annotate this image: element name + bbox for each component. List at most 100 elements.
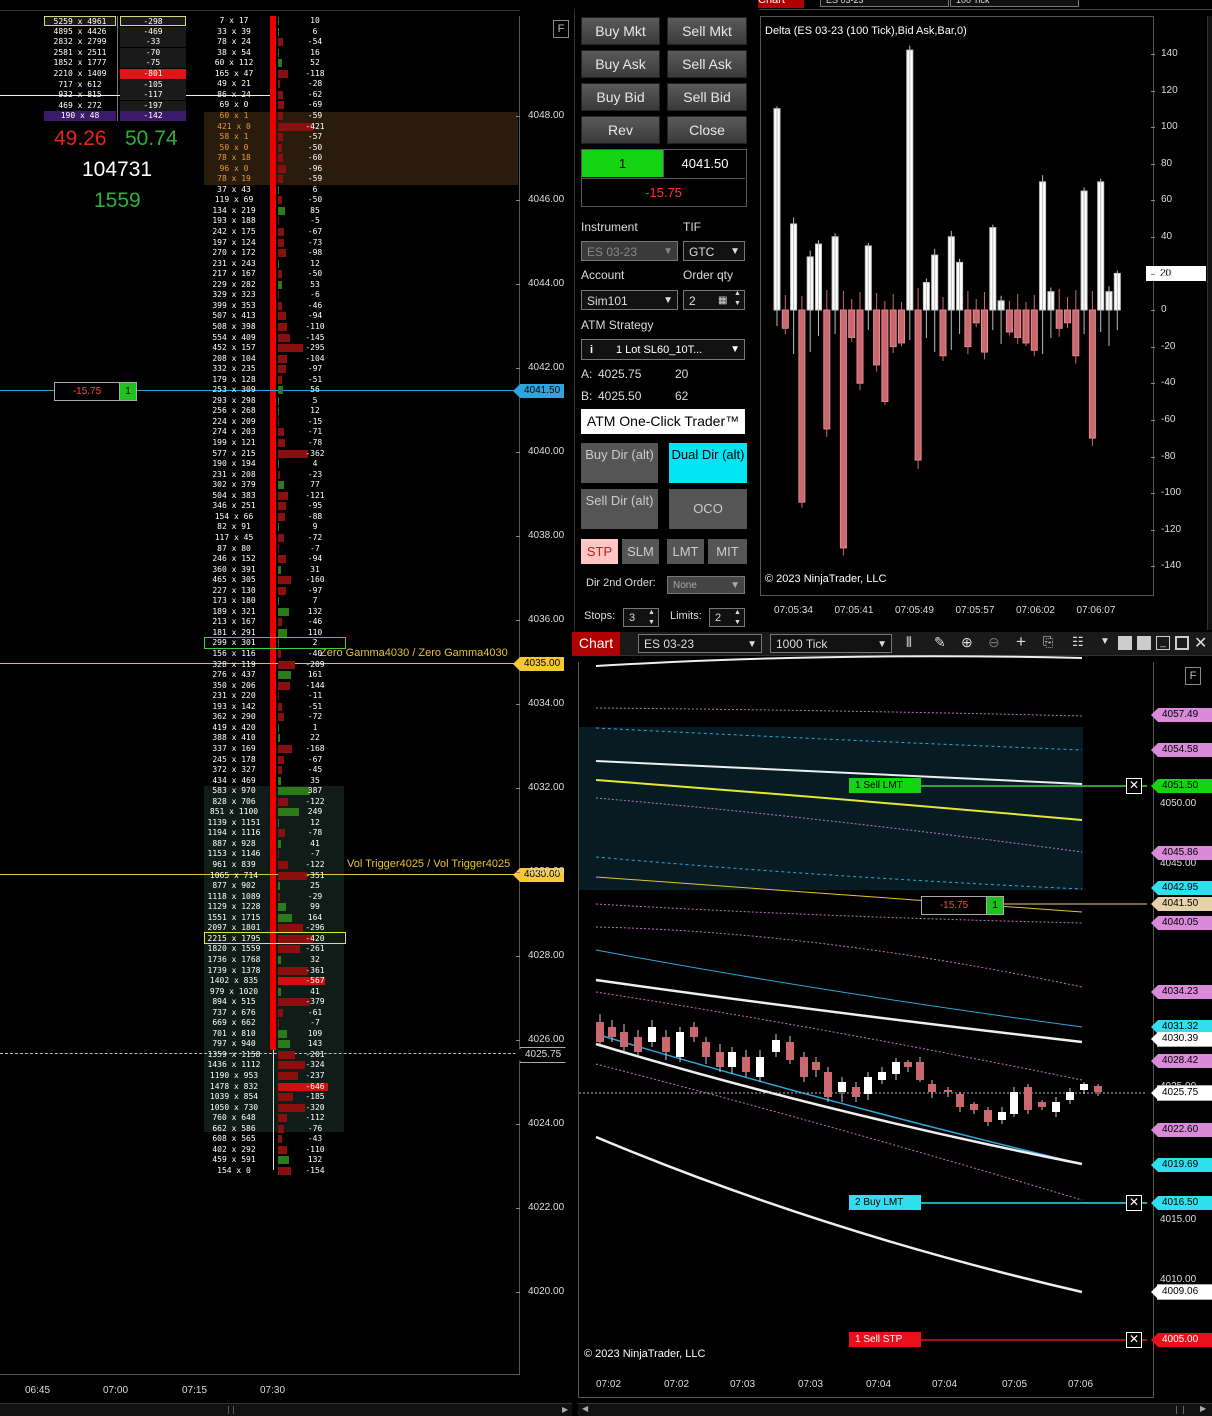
qty-spinner-icon[interactable]: ▲▼ — [734, 289, 741, 309]
scroll-thumb-grip[interactable] — [228, 1406, 234, 1414]
scroll-thumb[interactable] — [1176, 1406, 1184, 1414]
cancel-order-icon[interactable]: ✕ — [1126, 1332, 1142, 1348]
stops-stepper[interactable]: 3▲▼ — [623, 608, 659, 627]
delta-value: -60 — [295, 153, 335, 163]
bid-ask-volume: 189 x 321 — [200, 607, 268, 617]
reverse-button[interactable]: Rev — [581, 116, 660, 144]
delta-y-tick-label: 140 — [1161, 48, 1178, 59]
dir-2nd-order-select[interactable]: None▼ — [667, 576, 745, 594]
calculator-icon[interactable]: ▦ — [718, 291, 727, 311]
delta-value: -71 — [295, 427, 335, 437]
f-button[interactable]: F — [553, 20, 569, 38]
lmt-button[interactable]: LMT — [667, 539, 704, 564]
position-avg-price: 4041.50 — [663, 150, 746, 177]
buy-ask-button[interactable]: Buy Ask — [581, 50, 660, 78]
bid-ask-volume: 402 x 292 — [200, 1145, 268, 1155]
sell-market-button[interactable]: Sell Mkt — [667, 17, 747, 45]
oco-button[interactable]: OCO — [669, 489, 747, 529]
delta-value: -72 — [295, 533, 335, 543]
delta-value: -122 — [295, 860, 335, 870]
atm-strategy-select[interactable]: i1 Lot SL60_10T...▼ — [581, 339, 745, 360]
bid-ask-volume: 231 x 208 — [200, 470, 268, 480]
stp-button[interactable]: STP — [581, 539, 618, 564]
delta-bar — [278, 439, 285, 447]
delta-value: -94 — [295, 311, 335, 321]
order-qty-field[interactable]: 2▦▲▼ — [683, 290, 745, 310]
buy-limit-order-tag[interactable]: 2 Buy LMT — [849, 1195, 921, 1210]
delta-bar — [278, 597, 279, 605]
price-tick-label: 4038.00 — [528, 530, 564, 541]
vertical-scrollbar[interactable] — [1207, 16, 1212, 630]
scroll-right-icon[interactable]: ▶ — [562, 1405, 568, 1414]
delta-value: 387 — [295, 786, 335, 796]
bid-ask-volume: 293 x 298 — [200, 396, 268, 406]
horizontal-scrollbar[interactable]: ▶ — [0, 1403, 572, 1416]
instrument-select[interactable]: ES 03-23▼ — [581, 241, 678, 261]
stepper-icon[interactable]: ▲▼ — [648, 608, 655, 628]
cancel-order-icon[interactable]: ✕ — [1126, 1195, 1142, 1211]
delta-value: -59 — [295, 111, 335, 121]
close-position-button[interactable]: Close — [667, 116, 747, 144]
position-pnl[interactable]: -15.75 — [921, 896, 987, 915]
delta-bar — [278, 291, 279, 299]
candle-body — [634, 1037, 642, 1052]
mit-button[interactable]: MIT — [708, 539, 747, 564]
buy-dir-alt-button[interactable]: Buy Dir (alt) — [581, 443, 658, 483]
ladder-row: 154 x 66-88 — [200, 512, 350, 522]
delta-value: -361 — [295, 966, 335, 976]
delta-bar — [278, 661, 295, 669]
bid-ask-volume: 360 x 391 — [200, 565, 268, 575]
left-chart-panel[interactable]: 49.26 50.74 104731 1559 Zero Gamma4030 /… — [0, 0, 572, 1415]
delta-value: 6 — [295, 185, 335, 195]
high-volume-box — [204, 932, 346, 944]
delta-bar — [278, 1167, 291, 1175]
account-select[interactable]: Sim101▼ — [581, 290, 678, 310]
delta-value: 53 — [295, 280, 335, 290]
delta-bar — [278, 1146, 287, 1154]
delta-bar — [278, 798, 288, 806]
ladder-row: 293 x 2985 — [200, 396, 350, 406]
position-pnl[interactable]: -15.75 — [54, 382, 120, 401]
position-qty[interactable]: 1 — [986, 896, 1004, 915]
sell-bid-button[interactable]: Sell Bid — [667, 83, 747, 111]
sell-limit-order-tag[interactable]: 1 Sell LMT — [849, 778, 921, 793]
tif-select[interactable]: GTC▼ — [683, 241, 745, 261]
delta-y-tick-label: -140 — [1161, 560, 1181, 571]
bid-ask-volume: 877 x 902 — [200, 881, 268, 891]
limits-stepper[interactable]: 2▲▼ — [709, 608, 745, 627]
delta-value: -78 — [295, 828, 335, 838]
atm-one-click-trader-button[interactable]: ATM One-Click Trader™ — [581, 409, 745, 434]
candle-body — [944, 1090, 952, 1092]
buy-market-button[interactable]: Buy Mkt — [581, 17, 660, 45]
stepper-icon[interactable]: ▲▼ — [734, 608, 741, 628]
delta-value: -97 — [295, 364, 335, 374]
time-and-sales-row: 932 x 815-117 — [44, 90, 188, 100]
chart-trader-panel: Buy Mkt Sell Mkt Buy Ask Sell Ask Buy Bi… — [574, 10, 753, 630]
sell-ask-button[interactable]: Sell Ask — [667, 50, 747, 78]
scroll-right-icon[interactable]: ▶ — [1200, 1404, 1206, 1413]
tick-mark — [1151, 347, 1155, 348]
position-qty[interactable]: 1 — [119, 382, 137, 401]
buy-bid-button[interactable]: Buy Bid — [581, 83, 660, 111]
f-button[interactable]: F — [1185, 667, 1201, 685]
cancel-order-icon[interactable]: ✕ — [1126, 778, 1142, 794]
delta-bar — [278, 745, 292, 753]
ladder-row: 1736 x 176832 — [200, 955, 350, 965]
bid-ask-volume: 887 x 928 — [200, 839, 268, 849]
scroll-left-icon[interactable]: ◀ — [582, 1404, 588, 1413]
ladder-row: 434 x 46935 — [200, 776, 350, 786]
delta-value: -122 — [295, 797, 335, 807]
slm-button[interactable]: SLM — [622, 539, 659, 564]
info-icon[interactable]: i — [590, 340, 593, 360]
horizontal-scrollbar[interactable]: ◀ ▶ — [578, 1403, 1212, 1416]
bid-ask-volume: 231 x 243 — [200, 259, 268, 269]
time-and-sales-row: 2832 x 2799-33 — [44, 37, 188, 47]
delta-value: -145 — [295, 333, 335, 343]
delta-bar — [278, 608, 289, 616]
dual-dir-alt-button[interactable]: Dual Dir (alt) — [669, 443, 747, 483]
sell-dir-alt-button[interactable]: Sell Dir (alt) — [581, 489, 658, 529]
sell-stop-order-tag[interactable]: 1 Sell STP — [849, 1332, 921, 1347]
bid-ask-volume: 4895 x 4426 — [44, 27, 116, 37]
candle-body — [690, 1027, 698, 1037]
ask-size: 20 — [675, 367, 688, 381]
